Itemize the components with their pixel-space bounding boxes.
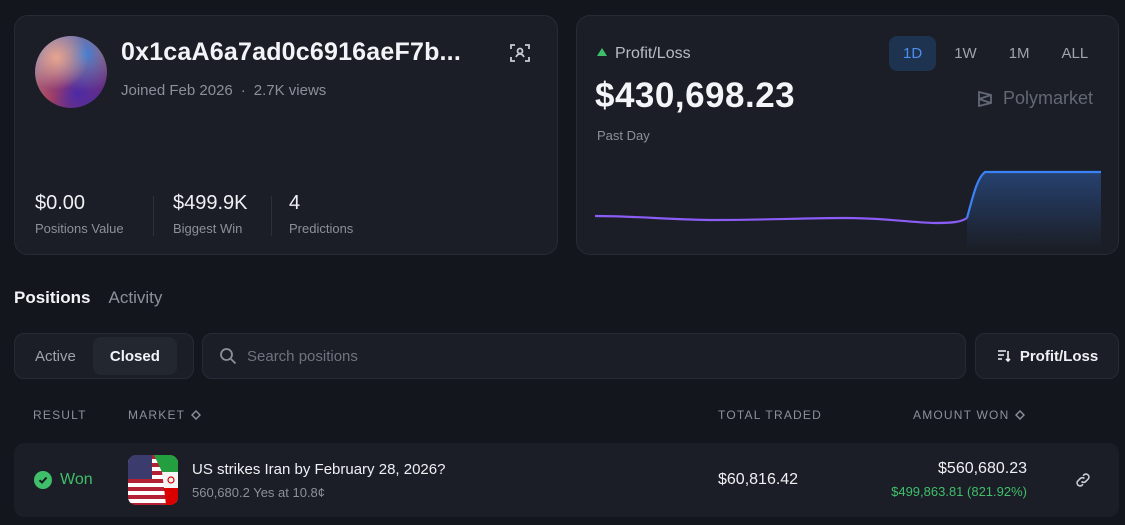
market-thumbnail [128, 455, 178, 505]
header-market[interactable]: MARKET [128, 408, 202, 422]
sort-button[interactable]: Profit/Loss [975, 333, 1119, 379]
profit-loss-sparkline [595, 170, 1101, 250]
avatar [35, 36, 107, 108]
header-total-traded: TOTAL TRADED [718, 408, 822, 422]
segment-active[interactable]: Active [18, 337, 93, 375]
profit-value: $499,863.81 (821.92%) [891, 484, 1027, 499]
stat-predictions: 4 Predictions [289, 192, 353, 236]
profile-meta: Joined Feb 2026 · 2.7K views [121, 82, 327, 99]
segment-closed[interactable]: Closed [92, 337, 177, 375]
result-label: Won [60, 471, 93, 488]
profile-card: 0x1caA6a7ad0c6916aeF7b... Joined Feb 202… [14, 15, 558, 255]
stat-label: Positions Value [35, 221, 124, 236]
search-icon [220, 348, 237, 365]
stat-label: Predictions [289, 221, 354, 236]
profit-loss-label: Profit/Loss [615, 45, 691, 62]
range-tab-1m[interactable]: 1M [995, 36, 1044, 71]
stat-biggest-win: $499.9K Biggest Win [173, 192, 248, 236]
profit-loss-amount: $430,698.23 [595, 76, 796, 115]
period-label: Past Day [597, 128, 650, 143]
brand-name: Polymarket [1003, 88, 1094, 108]
sparkline-area [967, 172, 1101, 250]
range-tab-all[interactable]: ALL [1048, 36, 1103, 71]
tab-activity[interactable]: Activity [109, 288, 163, 308]
sort-toggle-icon [191, 410, 202, 420]
market-position-detail: 560,680.2 Yes at 10.8¢ [192, 485, 326, 500]
stat-label: Biggest Win [173, 221, 243, 236]
stat-value: $0.00 [35, 192, 86, 214]
view-count: 2.7K views [253, 82, 327, 99]
main-tabs: Positions Activity [14, 288, 162, 308]
range-tabs: 1D 1W 1M ALL [889, 36, 1102, 71]
brand-watermark: Polymarket [975, 88, 1093, 109]
amount-won-cell: $560,680.23 $499,863.81 (821.92%) [891, 460, 1027, 499]
wallet-address: 0x1caA6a7ad0c6916aeF7b... [121, 38, 461, 66]
search-input[interactable] [247, 347, 847, 365]
tab-positions[interactable]: Positions [14, 288, 91, 308]
profit-loss-heading: Profit/Loss [597, 45, 691, 63]
sort-toggle-icon [1015, 410, 1026, 420]
check-circle-icon [34, 471, 52, 489]
stat-positions-value: $0.00 Positions Value [35, 192, 124, 236]
sparkline-line-before [595, 214, 968, 225]
range-tab-1w[interactable]: 1W [940, 36, 991, 71]
table-row[interactable]: Won US strikes Iran by February 28, 2026… [14, 443, 1119, 517]
range-tab-1d[interactable]: 1D [889, 36, 937, 71]
stat-value: 4 [289, 192, 301, 214]
header-result: RESULT [33, 408, 87, 422]
market-title[interactable]: US strikes Iran by February 28, 2026? [192, 461, 445, 478]
sort-icon [997, 350, 1011, 363]
joined-date: Joined Feb 2026 [121, 82, 233, 99]
stat-divider [271, 196, 272, 236]
sort-label: Profit/Loss [1019, 347, 1099, 365]
trend-up-icon [597, 48, 607, 56]
status-segmented-control: Active Closed [14, 333, 194, 379]
profit-loss-card: Profit/Loss $430,698.23 Past Day 1D 1W 1… [576, 15, 1119, 255]
amount-won-value: $560,680.23 [938, 460, 1027, 477]
polymarket-logo-icon [978, 90, 992, 107]
stat-value: $499.9K [173, 192, 248, 214]
stat-divider [153, 196, 154, 236]
link-icon[interactable] [1074, 471, 1092, 489]
search-box [202, 333, 966, 379]
header-market-label: MARKET [128, 408, 186, 422]
header-amount-won[interactable]: AMOUNT WON [913, 408, 1026, 422]
scan-icon[interactable] [509, 42, 531, 64]
result-badge: Won [34, 471, 93, 489]
total-traded-value: $60,816.42 [718, 471, 799, 488]
header-amount-won-label: AMOUNT WON [913, 408, 1010, 422]
